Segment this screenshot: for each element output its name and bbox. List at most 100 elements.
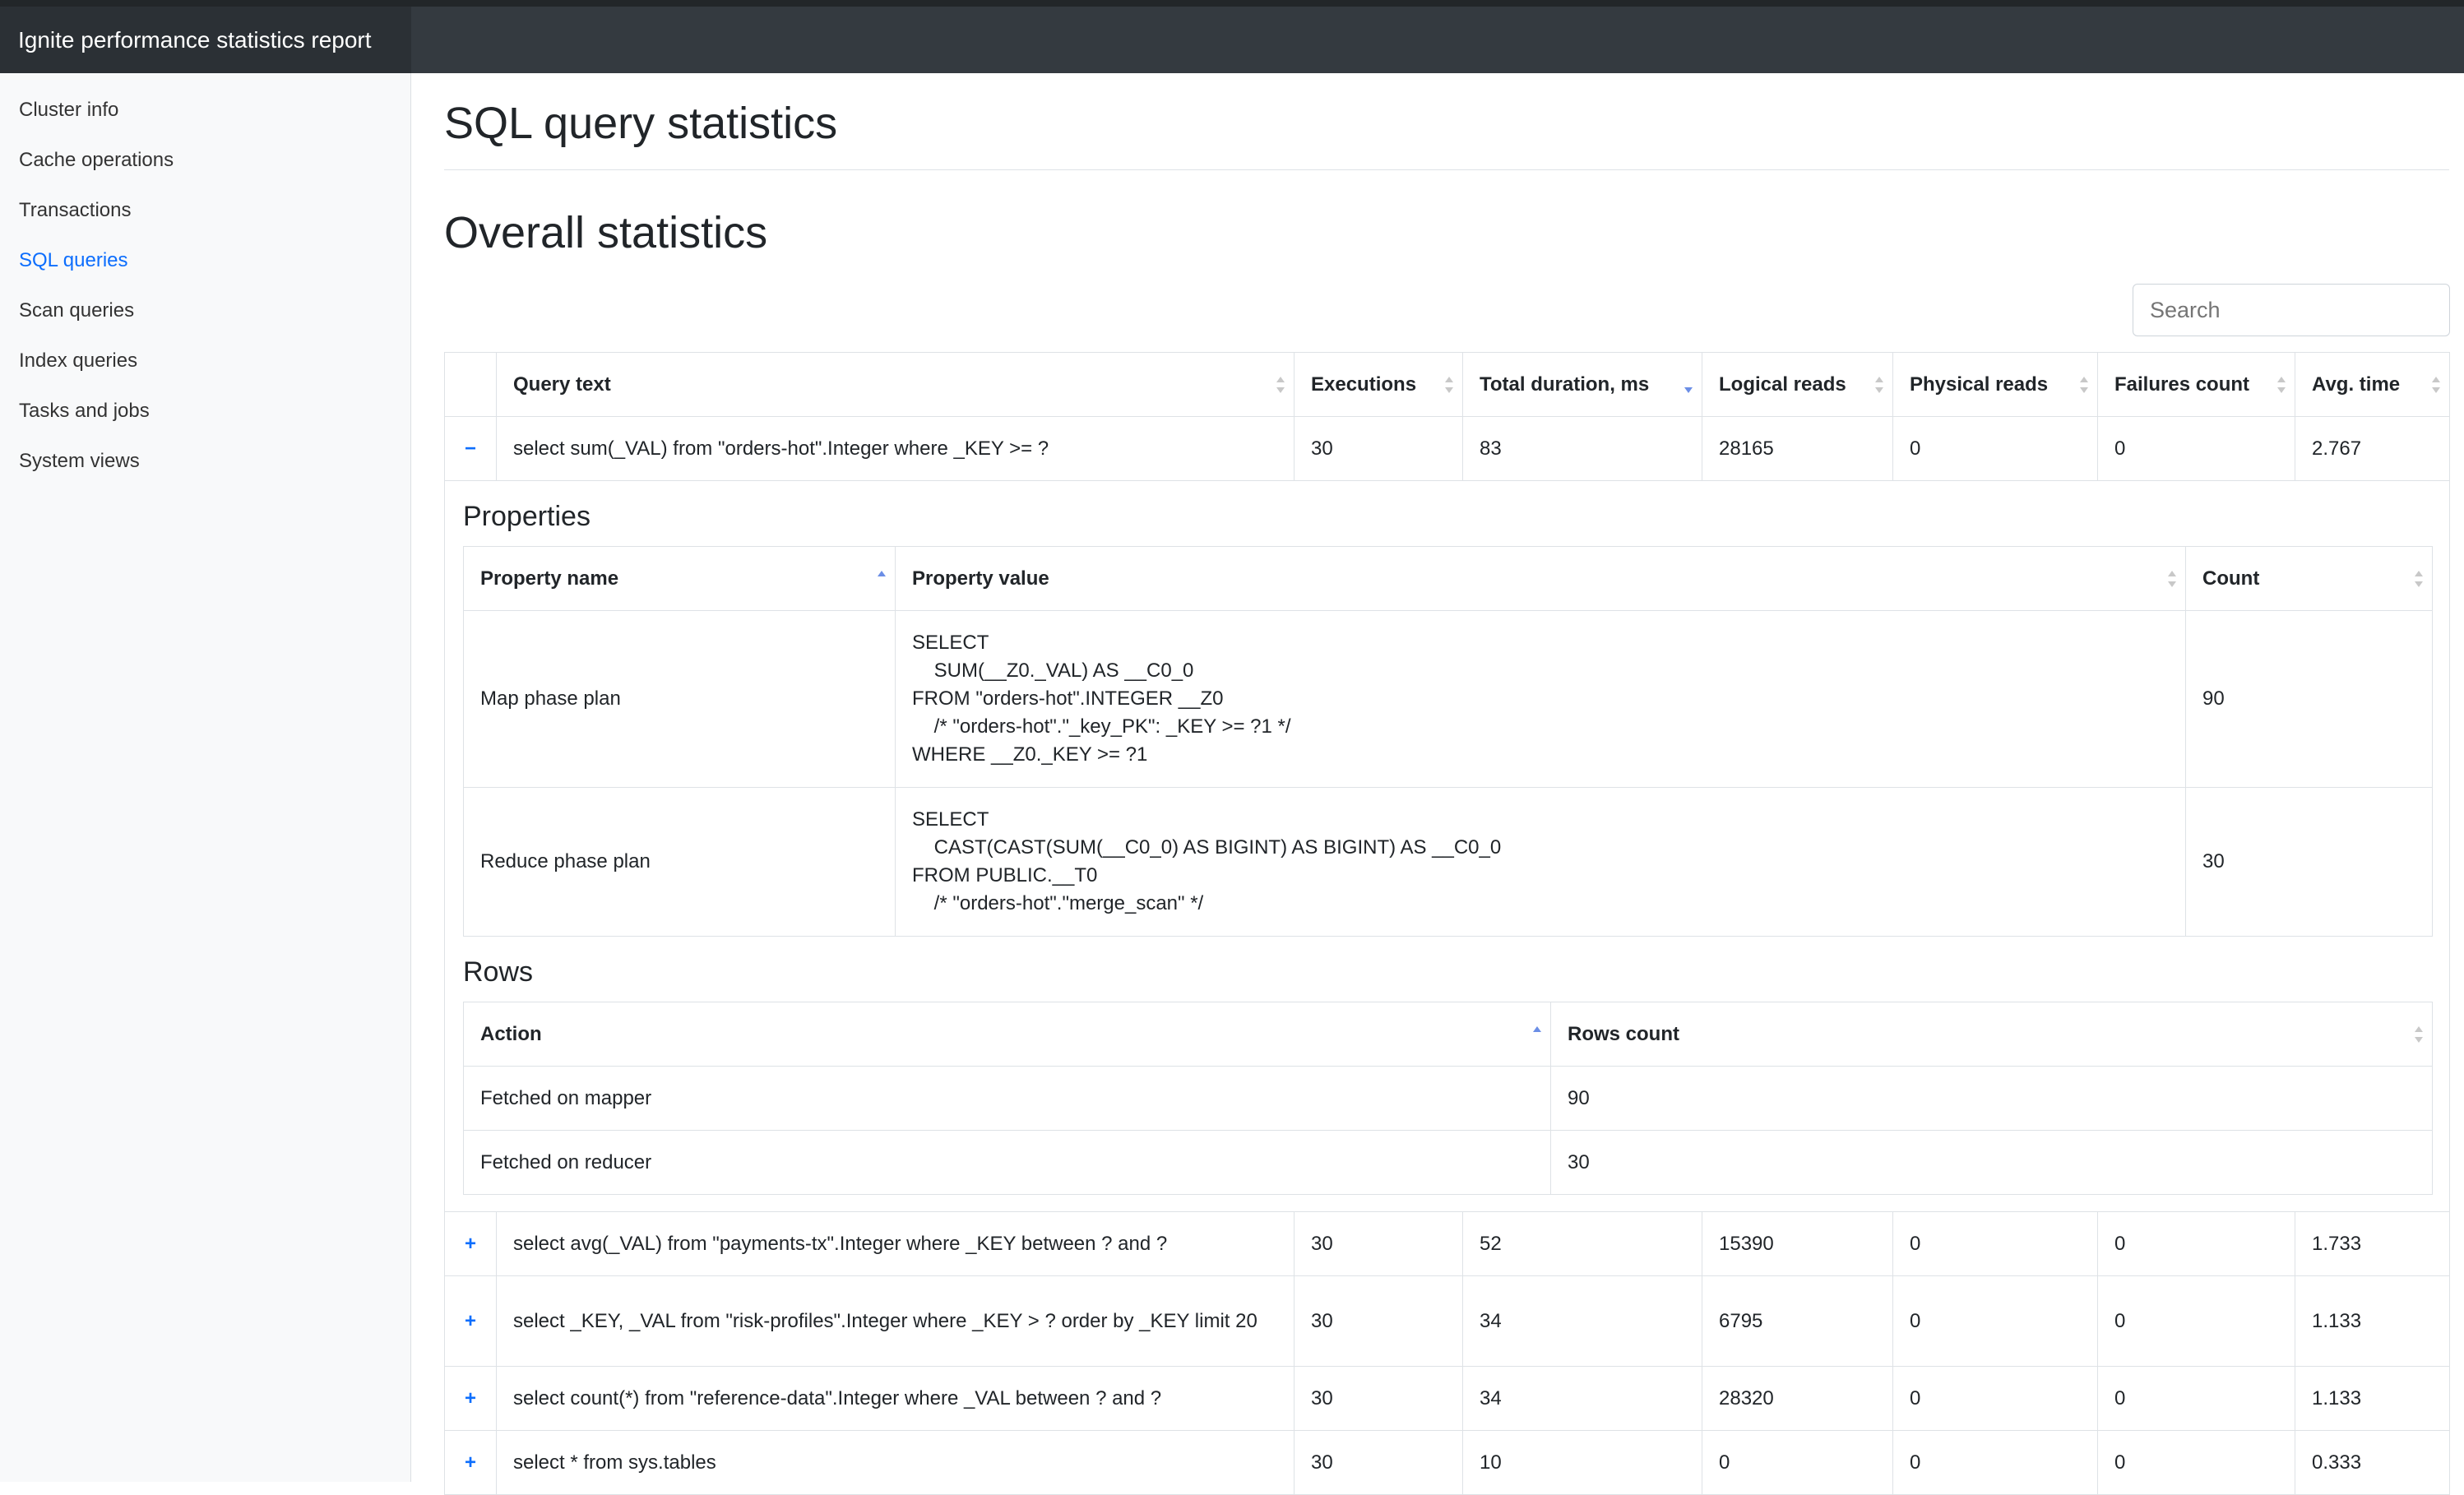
- query-text-cell: select * from sys.tables: [496, 1430, 1295, 1495]
- avg-time-cell: 2.767: [2295, 416, 2450, 481]
- sidebar-item-tasks-and-jobs[interactable]: Tasks and jobs: [19, 399, 150, 424]
- column-header-property-name[interactable]: Property name: [463, 546, 896, 611]
- page-title: SQL query statistics: [444, 99, 838, 148]
- sidebar: Cluster info Cache operations Transactio…: [0, 73, 411, 1482]
- sidebar-item-sql-queries[interactable]: SQL queries: [19, 248, 128, 273]
- column-header-property-value[interactable]: Property value: [895, 546, 2186, 611]
- rows-row: Fetched on reducer 30: [463, 1130, 2433, 1195]
- expand-row-button[interactable]: +: [444, 1430, 497, 1495]
- expand-row-button[interactable]: +: [444, 1275, 497, 1367]
- properties-header-row: Property name Property value Count: [463, 546, 2433, 611]
- sort-icon: [2414, 569, 2424, 589]
- expand-row-button[interactable]: +: [444, 1211, 497, 1276]
- duration-cell: 34: [1462, 1275, 1702, 1367]
- properties-title: Properties: [463, 501, 591, 532]
- table-row: + select _KEY, _VAL from "risk-profiles"…: [444, 1275, 2450, 1367]
- column-header-total-duration[interactable]: Total duration, ms: [1462, 352, 1702, 417]
- avg-time-cell: 1.733: [2295, 1211, 2450, 1276]
- sidebar-item-index-queries[interactable]: Index queries: [19, 349, 137, 373]
- table-row: + select count(*) from "reference-data".…: [444, 1366, 2450, 1431]
- duration-cell: 10: [1462, 1430, 1702, 1495]
- sidebar-item-scan-queries[interactable]: Scan queries: [19, 299, 134, 323]
- rows-count-cell: 90: [1550, 1066, 2433, 1131]
- duration-cell: 34: [1462, 1366, 1702, 1431]
- physical-reads-cell: 0: [1892, 1211, 2098, 1276]
- failures-cell: 0: [2097, 1275, 2295, 1367]
- search-input[interactable]: [2133, 284, 2450, 336]
- rows-header-row: Action Rows count: [463, 1002, 2433, 1067]
- column-header-logical-reads[interactable]: Logical reads: [1702, 352, 1893, 417]
- sort-icon: [1444, 375, 1454, 395]
- column-header-rows-count[interactable]: Rows count: [1550, 1002, 2433, 1067]
- table-header-row: Query text Executions Total duration, ms…: [444, 352, 2450, 417]
- executions-cell: 30: [1294, 1430, 1463, 1495]
- app-title[interactable]: Ignite performance statistics report: [0, 7, 411, 73]
- property-row: Reduce phase plan SELECT CAST(CAST(SUM(_…: [463, 787, 2433, 937]
- sidebar-item-system-views[interactable]: System views: [19, 449, 140, 474]
- toggle-column-header: [444, 352, 497, 417]
- logical-reads-cell: 15390: [1702, 1211, 1893, 1276]
- failures-cell: 0: [2097, 1366, 2295, 1431]
- sort-desc-icon: [1684, 375, 1693, 395]
- title-divider: [444, 169, 2449, 170]
- failures-cell: 0: [2097, 1430, 2295, 1495]
- executions-cell: 30: [1294, 1366, 1463, 1431]
- sort-asc-icon: [877, 569, 887, 589]
- row-details: Properties Property name Property value …: [444, 480, 2450, 1212]
- sidebar-item-transactions[interactable]: Transactions: [19, 198, 132, 223]
- properties-table: Property name Property value Count Map p…: [463, 546, 2433, 937]
- physical-reads-cell: 0: [1892, 1366, 2098, 1431]
- rows-title: Rows: [463, 956, 534, 988]
- expand-row-button[interactable]: +: [444, 1366, 497, 1431]
- row-details-cell: Properties Property name Property value …: [444, 480, 2450, 1212]
- sort-icon: [2276, 375, 2286, 395]
- property-value-cell: SELECT SUM(__Z0._VAL) AS __C0_0 FROM "or…: [895, 610, 2186, 788]
- sort-icon: [1874, 375, 1884, 395]
- sidebar-item-cluster-info[interactable]: Cluster info: [19, 98, 118, 123]
- avg-time-cell: 1.133: [2295, 1275, 2450, 1367]
- logical-reads-cell: 0: [1702, 1430, 1893, 1495]
- top-navbar: Ignite performance statistics report: [0, 0, 2464, 73]
- failures-cell: 0: [2097, 1211, 2295, 1276]
- property-count-cell: 30: [2185, 787, 2433, 937]
- column-header-query-text[interactable]: Query text: [496, 352, 1295, 417]
- property-name-cell: Map phase plan: [463, 610, 896, 788]
- logical-reads-cell: 28320: [1702, 1366, 1893, 1431]
- executions-cell: 30: [1294, 416, 1463, 481]
- sort-asc-icon: [1532, 1025, 1542, 1044]
- logical-reads-cell: 28165: [1702, 416, 1893, 481]
- column-header-executions[interactable]: Executions: [1294, 352, 1463, 417]
- column-header-physical-reads[interactable]: Physical reads: [1892, 352, 2098, 417]
- property-name-cell: Reduce phase plan: [463, 787, 896, 937]
- sql-statistics-table: Query text Executions Total duration, ms…: [444, 352, 2450, 1495]
- section-title: Overall statistics: [444, 208, 768, 257]
- collapse-row-button[interactable]: −: [444, 416, 497, 481]
- table-row: + select * from sys.tables 30 10 0 0 0 0…: [444, 1430, 2450, 1495]
- query-text-cell: select sum(_VAL) from "orders-hot".Integ…: [496, 416, 1295, 481]
- table-row: − select sum(_VAL) from "orders-hot".Int…: [444, 416, 2450, 481]
- sort-icon: [2431, 375, 2441, 395]
- executions-cell: 30: [1294, 1275, 1463, 1367]
- sort-icon: [1276, 375, 1285, 395]
- action-cell: Fetched on reducer: [463, 1130, 1551, 1195]
- rows-row: Fetched on mapper 90: [463, 1066, 2433, 1131]
- query-text-cell: select _KEY, _VAL from "risk-profiles".I…: [496, 1275, 1295, 1367]
- action-cell: Fetched on mapper: [463, 1066, 1551, 1131]
- sort-icon: [2414, 1025, 2424, 1044]
- duration-cell: 83: [1462, 416, 1702, 481]
- table-row: + select avg(_VAL) from "payments-tx".In…: [444, 1211, 2450, 1276]
- property-value-cell: SELECT CAST(CAST(SUM(__C0_0) AS BIGINT) …: [895, 787, 2186, 937]
- column-header-avg-time[interactable]: Avg. time: [2295, 352, 2450, 417]
- property-row: Map phase plan SELECT SUM(__Z0._VAL) AS …: [463, 610, 2433, 788]
- sort-icon: [2079, 375, 2089, 395]
- physical-reads-cell: 0: [1892, 1430, 2098, 1495]
- column-header-action[interactable]: Action: [463, 1002, 1551, 1067]
- sidebar-item-cache-operations[interactable]: Cache operations: [19, 148, 174, 173]
- avg-time-cell: 0.333: [2295, 1430, 2450, 1495]
- query-text-cell: select count(*) from "reference-data".In…: [496, 1366, 1295, 1431]
- column-header-failures-count[interactable]: Failures count: [2097, 352, 2295, 417]
- duration-cell: 52: [1462, 1211, 1702, 1276]
- column-header-count[interactable]: Count: [2185, 546, 2433, 611]
- property-count-cell: 90: [2185, 610, 2433, 788]
- rows-count-cell: 30: [1550, 1130, 2433, 1195]
